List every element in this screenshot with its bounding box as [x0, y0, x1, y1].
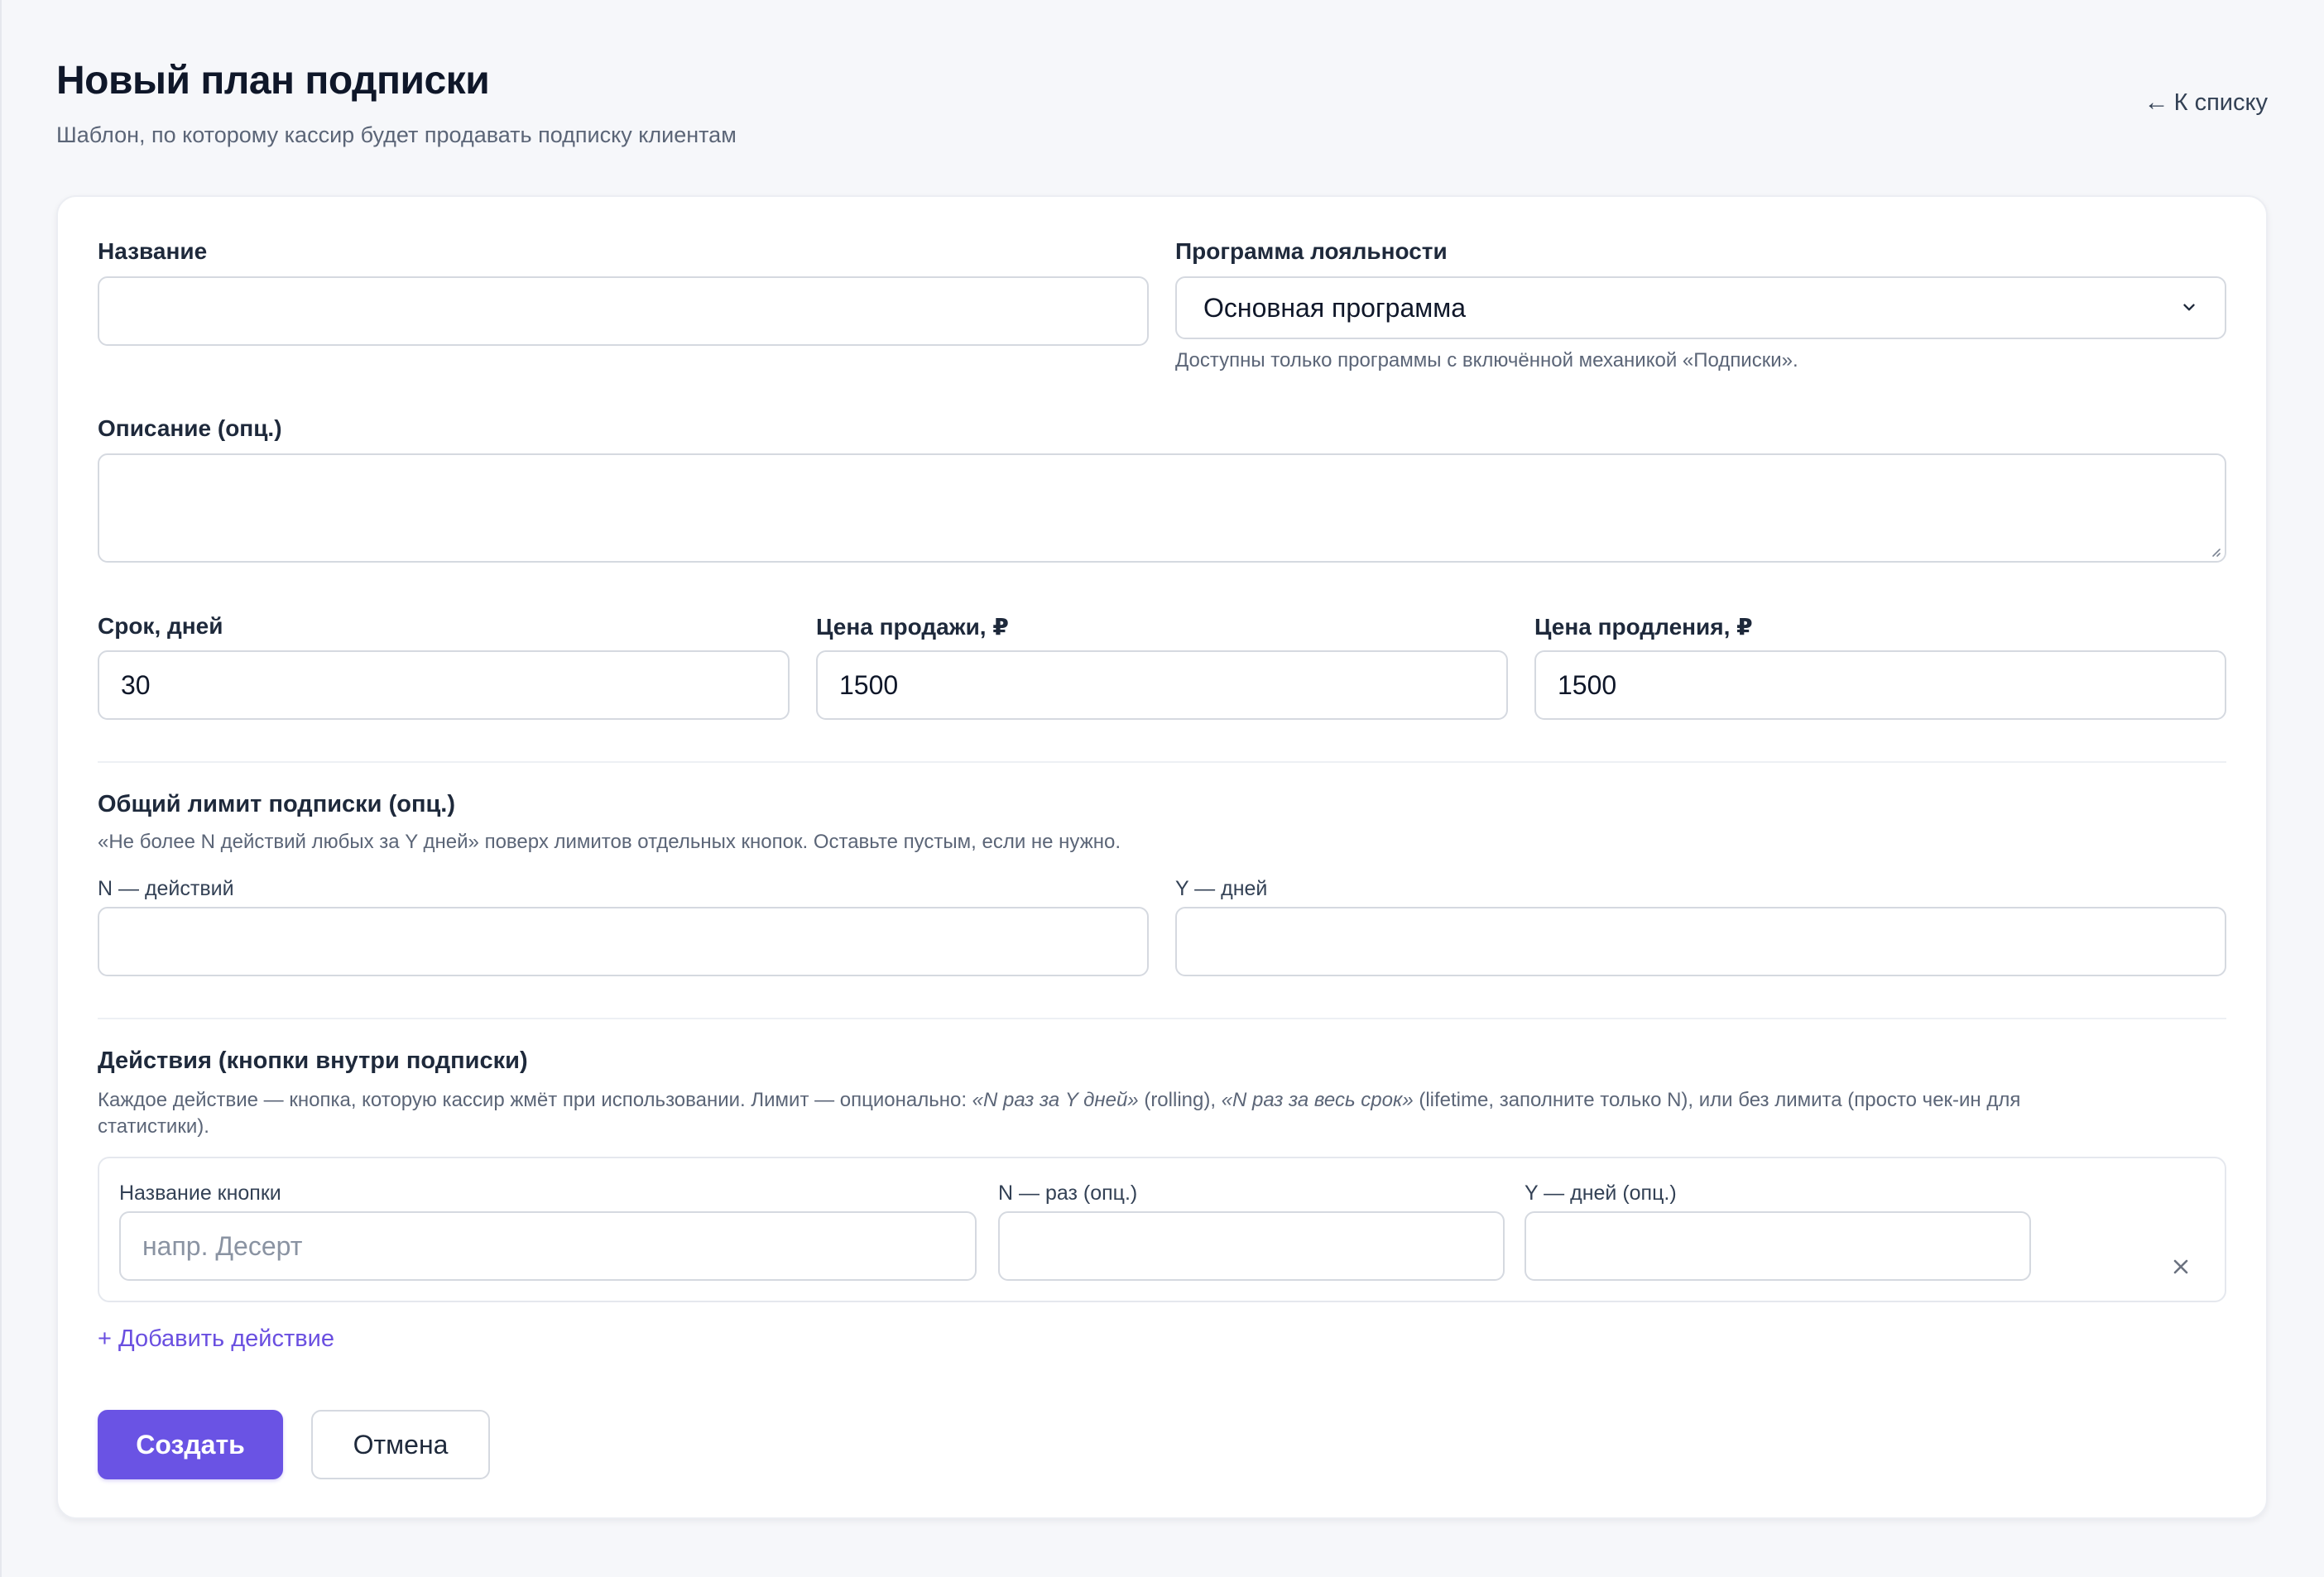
actions-hint-text: (lifetime, заполните только N), или без … [1413, 1089, 2021, 1111]
actions-hint-lifetime: «N раз за весь срок» [1221, 1089, 1414, 1111]
section-divider [98, 1018, 2226, 1019]
page-edge [0, 0, 2, 1577]
actions-hint-text: Каждое действие — кнопка, которую кассир… [98, 1089, 972, 1111]
sale-price-label: Цена продажи, ₽ [816, 614, 1009, 640]
arrow-left-icon: ← [2144, 89, 2169, 116]
action-y-input[interactable] [1525, 1211, 2031, 1281]
chevron-down-icon [2183, 304, 2195, 311]
duration-label: Срок, дней [98, 613, 223, 639]
duration-input[interactable] [98, 650, 790, 720]
limit-y-input[interactable] [1175, 907, 2226, 976]
description-label: Описание (опц.) [98, 415, 282, 441]
name-label: Название [98, 238, 208, 264]
back-link-label: К списку [2173, 89, 2268, 116]
overall-limit-title: Общий лимит подписки (опц.) [98, 791, 455, 817]
program-selected-value: Основная программа [1203, 292, 1467, 323]
action-n-label: N — раз (опц.) [998, 1182, 1138, 1205]
action-name-input[interactable] [119, 1211, 977, 1281]
add-action-link[interactable]: + Добавить действие [98, 1325, 334, 1353]
program-hint: Доступны только программы с включённой м… [1175, 349, 1798, 371]
limit-n-input[interactable] [98, 907, 1149, 976]
back-to-list-link[interactable]: ← К списку [2144, 89, 2268, 117]
program-label: Программа лояльности [1175, 238, 1448, 264]
actions-hint-rolling: «N раз за Y дней» [972, 1089, 1139, 1111]
page-title: Новый план подписки [56, 59, 490, 103]
resize-grip-icon[interactable] [2208, 544, 2221, 558]
actions-hint: Каждое действие — кнопка, которую кассир… [98, 1087, 2233, 1140]
actions-hint-text: статистики). [98, 1115, 209, 1138]
page-header: Новый план подписки Шаблон, по которому … [56, 58, 2268, 157]
program-select[interactable]: Основная программа [1175, 276, 2226, 339]
cancel-button[interactable]: Отмена [311, 1410, 490, 1479]
action-y-label: Y — дней (опц.) [1525, 1182, 1677, 1205]
name-input[interactable] [98, 276, 1149, 346]
overall-limit-hint: «Не более N действий любых за Y дней» по… [98, 831, 1121, 853]
description-textarea[interactable] [98, 453, 2226, 563]
action-name-label: Название кнопки [119, 1182, 281, 1205]
actions-hint-text: (rolling), [1138, 1089, 1222, 1111]
plan-form-card: Название Программа лояльности Основная п… [56, 195, 2268, 1519]
action-n-input[interactable] [998, 1211, 1505, 1281]
limit-y-label: Y — дней [1175, 877, 1268, 900]
create-button[interactable]: Создать [98, 1410, 283, 1479]
actions-title: Действия (кнопки внутри подписки) [98, 1047, 528, 1074]
close-icon[interactable] [2168, 1254, 2193, 1279]
renew-price-input[interactable] [1534, 650, 2226, 720]
limit-n-label: N — действий [98, 877, 234, 900]
renew-price-label: Цена продления, ₽ [1534, 614, 1753, 640]
section-divider [98, 761, 2226, 763]
sale-price-input[interactable] [816, 650, 1508, 720]
page-subtitle: Шаблон, по которому кассир будет продава… [56, 122, 737, 147]
